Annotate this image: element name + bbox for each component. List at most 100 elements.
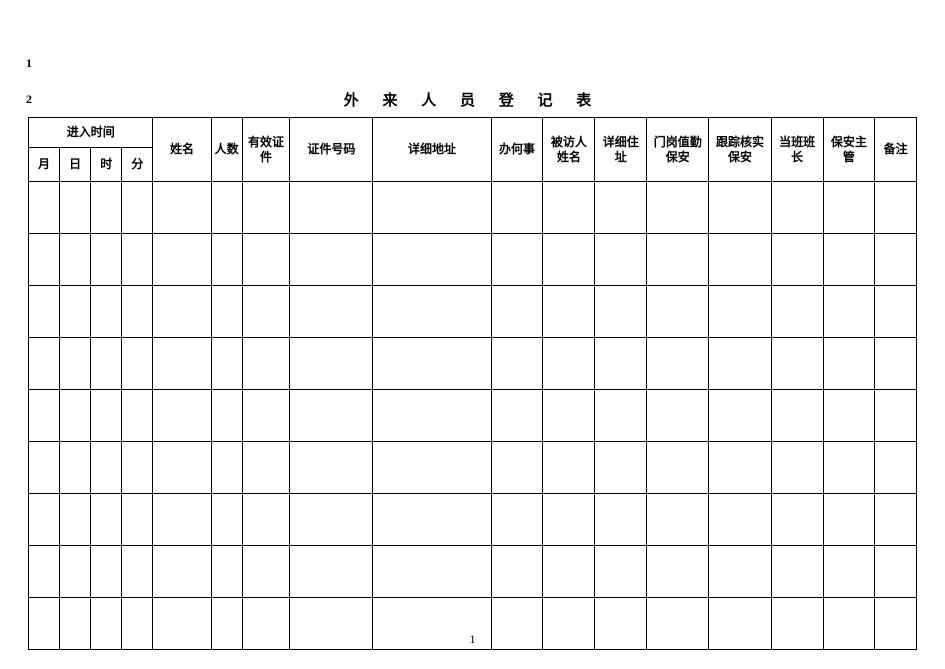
table-cell [242,494,290,546]
col-day: 日 [60,148,91,182]
margin-number-1: 1 [26,56,32,71]
table-row [29,390,917,442]
table-cell [153,182,211,234]
table-cell [709,182,771,234]
registration-table: 进入时间 姓名 人数 有效证件 证件号码 详细地址 办何事 被访人姓名 详细住址… [28,117,917,650]
table-cell [491,182,543,234]
table-cell [823,234,875,286]
table-cell [91,442,122,494]
table-cell [242,390,290,442]
table-cell [29,390,60,442]
table-cell [211,234,242,286]
table-cell [647,546,709,598]
table-cell [122,234,153,286]
table-cell [709,286,771,338]
table-cell [373,494,491,546]
table-cell [60,338,91,390]
table-cell [771,234,823,286]
table-cell [709,442,771,494]
table-row [29,494,917,546]
table-cell [211,442,242,494]
table-cell [373,546,491,598]
table-cell [153,546,211,598]
col-purpose: 办何事 [491,118,543,182]
table-row [29,234,917,286]
table-cell [373,234,491,286]
table-cell [823,442,875,494]
table-cell [491,338,543,390]
table-cell [491,286,543,338]
table-cell [29,546,60,598]
table-cell [91,182,122,234]
table-cell [647,390,709,442]
table-cell [823,494,875,546]
table-cell [29,286,60,338]
table-cell [647,338,709,390]
table-cell [91,390,122,442]
col-address: 详细地址 [373,118,491,182]
table-cell [290,182,373,234]
col-count: 人数 [211,118,242,182]
table-cell [875,286,917,338]
document-title: 外 来 人 员 登 记 表 [0,89,945,110]
table-cell [709,338,771,390]
table-cell [242,286,290,338]
table-cell [242,234,290,286]
table-cell [771,546,823,598]
table-cell [122,390,153,442]
col-entry-time-group: 进入时间 [29,118,153,148]
table-cell [60,546,91,598]
table-cell [29,338,60,390]
table-cell [709,494,771,546]
table-cell [875,442,917,494]
col-remark: 备注 [875,118,917,182]
table-cell [242,338,290,390]
table-cell [595,390,647,442]
table-cell [491,390,543,442]
table-cell [543,182,595,234]
table-cell [122,442,153,494]
table-cell [595,442,647,494]
table-cell [647,494,709,546]
table-cell [595,286,647,338]
table-row [29,182,917,234]
table-cell [595,546,647,598]
table-cell [373,390,491,442]
table-cell [153,234,211,286]
table-cell [647,234,709,286]
table-cell [290,442,373,494]
table-cell [595,494,647,546]
table-cell [122,546,153,598]
page-number: 1 [0,632,945,647]
table-row [29,338,917,390]
col-track-guard: 跟踪核实保安 [709,118,771,182]
table-row [29,546,917,598]
table-cell [60,182,91,234]
table-cell [242,182,290,234]
table-cell [543,338,595,390]
table-row [29,286,917,338]
table-cell [122,286,153,338]
table-cell [153,286,211,338]
table-cell [875,338,917,390]
col-month: 月 [29,148,60,182]
table-cell [709,390,771,442]
table-cell [373,442,491,494]
table-cell [543,234,595,286]
table-cell [91,234,122,286]
table-cell [29,494,60,546]
table-cell [153,390,211,442]
table-cell [491,234,543,286]
table-row [29,442,917,494]
table-cell [290,338,373,390]
table-cell [823,338,875,390]
table-cell [373,286,491,338]
table-cell [823,286,875,338]
col-shift-leader: 当班班长 [771,118,823,182]
table-cell [242,442,290,494]
table-cell [290,234,373,286]
table-cell [543,546,595,598]
table-cell [823,182,875,234]
table-cell [595,182,647,234]
table-cell [543,494,595,546]
